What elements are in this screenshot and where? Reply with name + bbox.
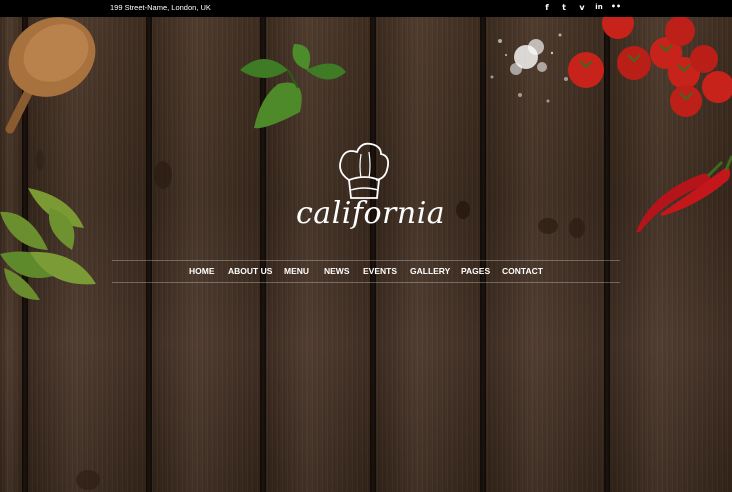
chef-hat-icon <box>339 142 390 199</box>
nav-divider-bottom <box>112 282 620 283</box>
site-logo[interactable]: california <box>296 142 446 242</box>
nav-item-menu[interactable]: MENU <box>284 266 309 276</box>
chili-peppers-image <box>636 155 732 232</box>
facebook-icon[interactable]: f <box>542 3 552 12</box>
flickr-icon[interactable]: •• <box>610 2 622 11</box>
twitter-icon[interactable]: t <box>559 3 569 12</box>
nav-item-contact[interactable]: CONTACT <box>502 266 543 276</box>
nav-item-events[interactable]: EVENTS <box>363 266 397 276</box>
nav-item-about-us[interactable]: ABOUT US <box>228 266 272 276</box>
nav-item-pages[interactable]: PAGES <box>461 266 490 276</box>
nav-item-home[interactable]: HOME <box>189 266 215 276</box>
basil-leaves-image <box>240 44 346 129</box>
logo-text: california <box>296 196 446 231</box>
nav-item-news[interactable]: NEWS <box>324 266 350 276</box>
cherry-tomatoes-image <box>568 7 732 117</box>
main-navigation: HOME ABOUT US MENU NEWS EVENTS GALLERY P… <box>112 261 620 281</box>
linkedin-icon[interactable]: in <box>593 3 605 11</box>
vimeo-icon[interactable]: v <box>577 3 587 12</box>
wooden-spoon-image <box>5 17 96 134</box>
nav-item-gallery[interactable]: GALLERY <box>410 266 450 276</box>
top-bar: 199 Street-Name, London, UK f t v in •• <box>0 0 732 17</box>
address-text: 199 Street-Name, London, UK <box>110 3 211 12</box>
bay-leaves-image <box>0 188 96 300</box>
